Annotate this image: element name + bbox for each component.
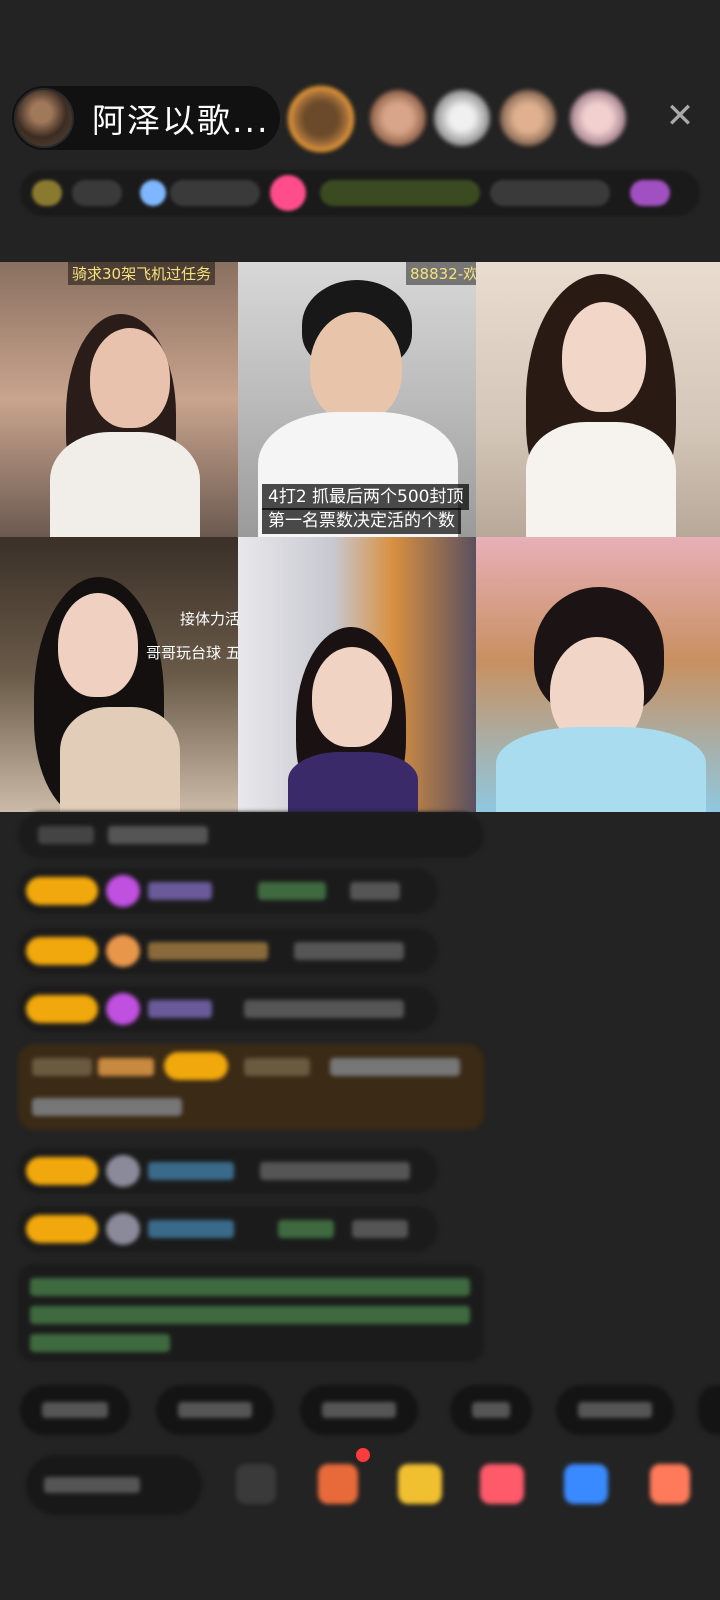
- guest-video-3[interactable]: [476, 262, 720, 537]
- viewer-avatar-3[interactable]: [434, 90, 490, 146]
- guest-1-task-text: 骑求30架飞机过任务: [68, 262, 216, 285]
- viewer-avatar-5[interactable]: [570, 90, 626, 146]
- quick-reply-chip-2[interactable]: [156, 1385, 274, 1435]
- live-info-bar[interactable]: [20, 170, 700, 216]
- viewer-avatar-2[interactable]: [370, 90, 426, 146]
- chat-message-highlight[interactable]: [18, 1044, 484, 1130]
- host-profile-pill[interactable]: 阿泽以歌...: [12, 86, 280, 150]
- gift-box-icon[interactable]: [318, 1464, 358, 1504]
- chat-system-notice: [18, 1264, 484, 1362]
- notification-dot: [356, 1448, 370, 1462]
- host-avatar[interactable]: [14, 88, 74, 148]
- viewer-avatar-4[interactable]: [500, 90, 556, 146]
- chat-message-1[interactable]: [18, 812, 484, 858]
- treasure-icon[interactable]: [398, 1464, 442, 1504]
- multi-guest-video-grid: 骑求30架飞机过任务 88832-欢迎 4打2 抓最后两个500封顶 第一名票数…: [0, 262, 720, 816]
- viewer-avatar-1[interactable]: [288, 86, 354, 152]
- more-icon[interactable]: [650, 1464, 690, 1504]
- quick-reply-chip-6[interactable]: [698, 1385, 720, 1435]
- quick-reply-chip-4[interactable]: [450, 1385, 532, 1435]
- quick-reply-chip-1[interactable]: [20, 1385, 130, 1435]
- quick-reply-chip-5[interactable]: [556, 1385, 674, 1435]
- guest-2-rule-line2: 第一名票数决定活的个数: [262, 508, 461, 534]
- chat-message-4[interactable]: [18, 986, 438, 1032]
- host-name: 阿泽以歌...: [92, 101, 270, 140]
- emoji-icon[interactable]: [236, 1464, 276, 1504]
- quick-reply-chip-3[interactable]: [300, 1385, 418, 1435]
- chat-message-6[interactable]: [18, 1206, 438, 1252]
- guest-video-6[interactable]: [476, 537, 720, 812]
- guest-video-5[interactable]: [238, 537, 476, 812]
- guest-video-2[interactable]: 88832-欢迎 4打2 抓最后两个500封顶 第一名票数决定活的个数: [238, 262, 476, 537]
- guest-4-label-2: 哥哥玩台球 五子: [146, 644, 238, 662]
- guest-2-welcome-text: 88832-欢迎: [406, 262, 476, 285]
- gift-icon[interactable]: [480, 1464, 524, 1504]
- chat-message-3[interactable]: [18, 928, 438, 974]
- chat-message-2[interactable]: [18, 868, 438, 914]
- close-icon[interactable]: ✕: [660, 96, 700, 136]
- guest-4-label-1: 接体力活: [180, 610, 238, 628]
- share-icon[interactable]: [564, 1464, 608, 1504]
- chat-input[interactable]: [26, 1455, 202, 1515]
- chat-message-5[interactable]: [18, 1148, 438, 1194]
- guest-video-4[interactable]: 接体力活 哥哥玩台球 五子: [0, 537, 238, 812]
- guest-video-1[interactable]: 骑求30架飞机过任务: [0, 262, 238, 537]
- guest-2-rule-line1: 4打2 抓最后两个500封顶: [262, 484, 470, 510]
